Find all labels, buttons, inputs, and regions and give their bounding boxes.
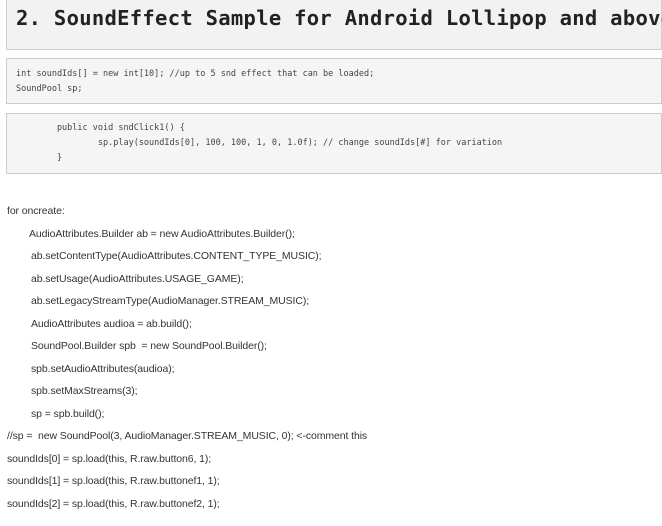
body-text-line: ab.setLegacyStreamType(AudioManager.STRE…: [31, 295, 310, 307]
body-text-line: AudioAttributes audioa = ab.build();: [31, 318, 192, 330]
body-text-line: soundIds[0] = sp.load(this, R.raw.button…: [7, 453, 212, 465]
body-text-line: SoundPool.Builder spb = new SoundPool.Bu…: [31, 340, 267, 352]
body-text-line: sp = spb.build();: [31, 408, 105, 420]
code-block-declarations: int soundIds[] = new int[10]; //up to 5 …: [6, 58, 662, 104]
body-text-line: spb.setMaxStreams(3);: [31, 385, 138, 397]
body-text-line: ab.setUsage(AudioAttributes.USAGE_GAME);: [31, 273, 244, 285]
section-heading: 2. SoundEffect Sample for Android Lollip…: [16, 6, 662, 30]
code-line: }: [16, 153, 63, 163]
body-text-line: ab.setContentType(AudioAttributes.CONTEN…: [31, 250, 322, 262]
body-text-line: soundIds[2] = sp.load(this, R.raw.button…: [7, 498, 220, 510]
code-line: int soundIds[] = new int[10]; //up to 5 …: [16, 69, 375, 79]
section-heading-box: 2. SoundEffect Sample for Android Lollip…: [6, 0, 662, 50]
code-block-method: public void sndClick1() { sp.play(soundI…: [6, 113, 662, 174]
code-line: sp.play(soundIds[0], 100, 100, 1, 0, 1.0…: [16, 138, 503, 148]
body-text-line: //sp = new SoundPool(3, AudioManager.STR…: [7, 430, 368, 442]
body-text-line: spb.setAudioAttributes(audioa);: [31, 363, 175, 375]
code-line: public void sndClick1() {: [16, 123, 185, 133]
body-text-line: soundIds[1] = sp.load(this, R.raw.button…: [7, 475, 220, 487]
body-text-line: AudioAttributes.Builder ab = new AudioAt…: [29, 228, 295, 240]
body-text-line: for oncreate:: [7, 205, 65, 217]
code-line: SoundPool sp;: [16, 84, 83, 94]
